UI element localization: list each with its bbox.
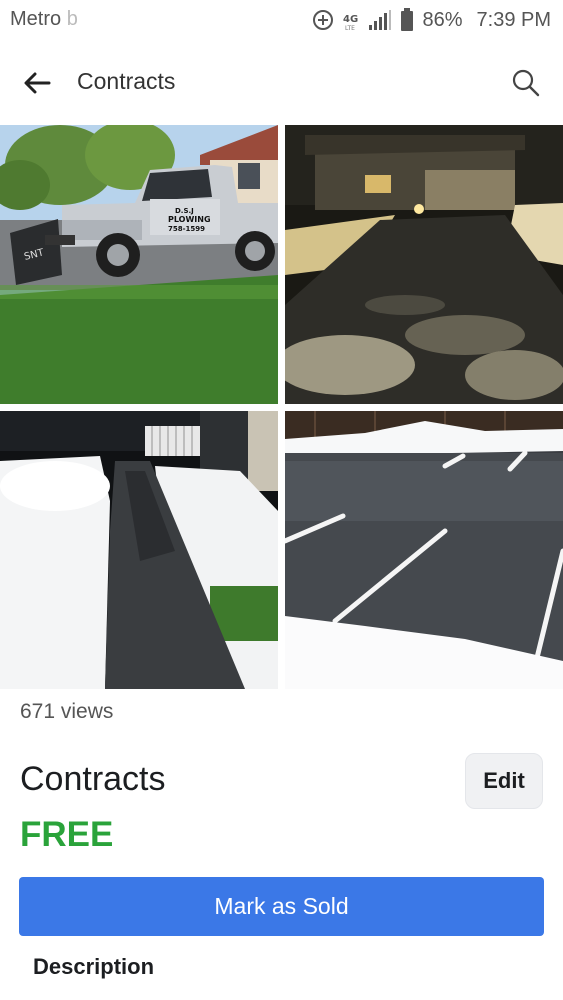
search-button[interactable] xyxy=(511,68,541,98)
view-count: 671 views xyxy=(20,700,114,723)
photo-shoveled-path[interactable] xyxy=(0,411,278,689)
svg-text:4G: 4G xyxy=(343,14,358,25)
price-label: FREE xyxy=(20,815,114,854)
arrow-left-icon xyxy=(24,72,51,94)
data-saver-icon xyxy=(312,9,334,31)
app-bar: Contracts xyxy=(0,40,563,124)
svg-text:758-1599: 758-1599 xyxy=(168,225,205,233)
clock: 7:39 PM xyxy=(476,8,551,31)
app-bar-title: Contracts xyxy=(77,68,176,94)
photo-plow-truck[interactable]: SNT D.S.J PLOWING 758-1599 xyxy=(0,125,278,404)
photo-plowed-driveway-night[interactable] xyxy=(285,125,563,404)
network-4g-icon: 4G LTE xyxy=(342,9,360,31)
description-heading: Description xyxy=(33,954,155,979)
edit-button[interactable]: Edit xyxy=(465,753,543,809)
search-icon xyxy=(512,69,540,97)
photo-grid: SNT D.S.J PLOWING 758-1599 xyxy=(0,125,563,689)
battery-percent: 86% xyxy=(422,8,463,31)
status-bar: Metro b 4G LTE 86% 7:39 PM xyxy=(0,0,563,40)
carrier-label: Metro b xyxy=(10,8,78,30)
listing-title: Contracts xyxy=(20,760,166,798)
svg-text:D.S.J: D.S.J xyxy=(175,207,194,215)
battery-icon xyxy=(400,8,414,32)
mark-as-sold-button[interactable]: Mark as Sold xyxy=(19,877,544,936)
photo-parking-lot[interactable] xyxy=(285,411,563,689)
back-button[interactable] xyxy=(20,68,54,98)
svg-text:LTE: LTE xyxy=(345,25,355,31)
svg-text:PLOWING: PLOWING xyxy=(168,215,211,224)
status-icons: 4G LTE 86% 7:39 PM xyxy=(312,6,551,34)
signal-icon xyxy=(368,9,392,31)
